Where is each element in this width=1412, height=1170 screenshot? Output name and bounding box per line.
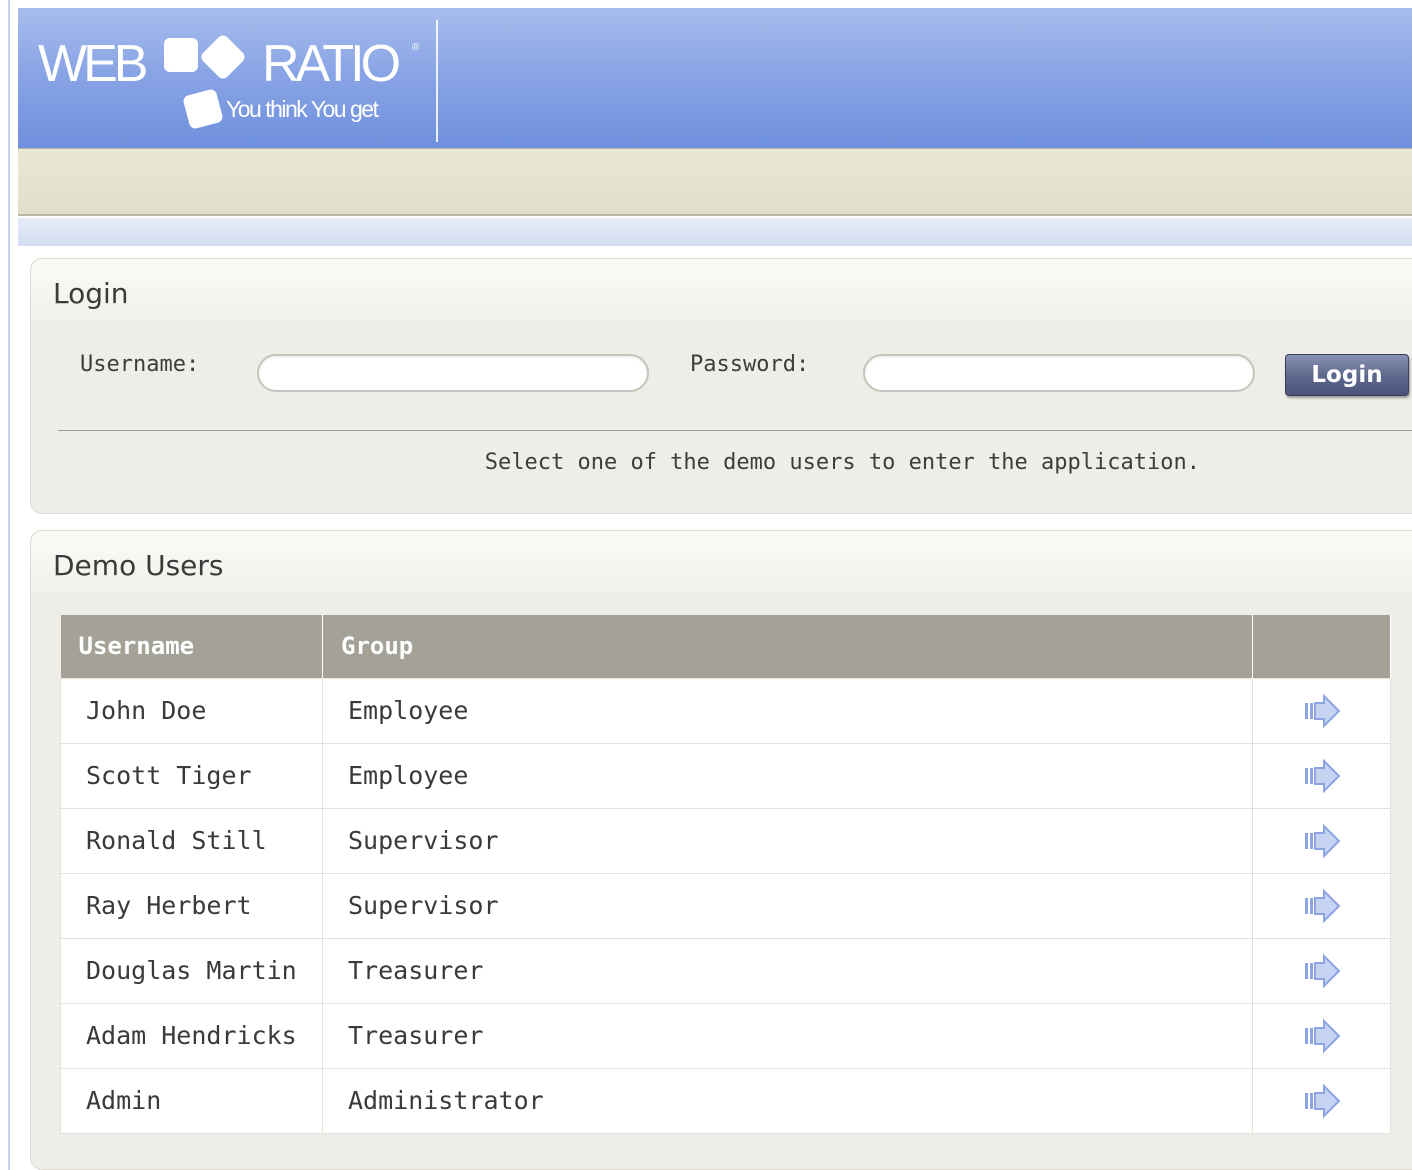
- right-arrow-icon[interactable]: [1302, 953, 1342, 989]
- login-panel-header: Login: [31, 259, 1412, 321]
- user-name-cell: Douglas Martin: [60, 937, 323, 1004]
- column-header-action: [1252, 615, 1391, 678]
- logo-ratio-text: RATIO: [262, 35, 401, 93]
- user-name-cell: Admin: [60, 1067, 323, 1134]
- table-row: John Doe Employee: [60, 677, 1391, 744]
- demo-users-title: Demo Users: [53, 549, 224, 582]
- user-group-cell: Employee: [322, 742, 1253, 809]
- column-header-group: Group: [322, 615, 1253, 678]
- login-divider: [58, 430, 1412, 431]
- right-arrow-icon[interactable]: [1302, 823, 1342, 859]
- toolbar: [18, 148, 1412, 216]
- header-separator: [436, 20, 438, 142]
- header-band: [18, 218, 1412, 246]
- logo-tagline: You think You get: [226, 96, 379, 122]
- table-header-row: Username Group: [60, 615, 1391, 678]
- user-group-cell: Supervisor: [322, 872, 1253, 939]
- user-group-cell: Employee: [322, 677, 1253, 744]
- username-label: Username:: [80, 352, 200, 377]
- page: WEB RATIO ® You think You get Login User…: [0, 0, 1412, 1170]
- user-group-cell: Treasurer: [322, 1002, 1253, 1069]
- user-name-cell: Ray Herbert: [60, 872, 323, 939]
- username-input[interactable]: [257, 354, 649, 392]
- table-row: Scott Tiger Employee: [60, 742, 1391, 809]
- user-action-cell: [1252, 677, 1391, 744]
- right-arrow-icon[interactable]: [1302, 1083, 1342, 1119]
- webratio-logo: WEB RATIO ® You think You get: [18, 8, 438, 148]
- login-button[interactable]: Login: [1285, 354, 1409, 396]
- logo-web-text: WEB: [38, 35, 148, 93]
- user-name-cell: Adam Hendricks: [60, 1002, 323, 1069]
- table-row: Admin Administrator: [60, 1067, 1391, 1134]
- user-action-cell: [1252, 1067, 1391, 1134]
- user-group-cell: Administrator: [322, 1067, 1253, 1134]
- user-group-cell: Supervisor: [322, 807, 1253, 874]
- user-name-cell: Ronald Still: [60, 807, 323, 874]
- logo-registered-mark: ®: [412, 42, 420, 53]
- column-header-username: Username: [60, 615, 323, 678]
- password-label: Password:: [690, 352, 810, 377]
- user-action-cell: [1252, 1002, 1391, 1069]
- demo-users-panel-header: Demo Users: [31, 531, 1412, 593]
- user-action-cell: [1252, 807, 1391, 874]
- demo-users-table: Username Group John Doe Employee Scott T…: [60, 615, 1391, 1134]
- login-hint: Select one of the demo users to enter th…: [484, 450, 1200, 475]
- user-action-cell: [1252, 872, 1391, 939]
- login-title: Login: [53, 277, 129, 310]
- user-action-cell: [1252, 742, 1391, 809]
- right-arrow-icon[interactable]: [1302, 693, 1342, 729]
- table-row: Adam Hendricks Treasurer: [60, 1002, 1391, 1069]
- table-row: Ray Herbert Supervisor: [60, 872, 1391, 939]
- password-input[interactable]: [863, 354, 1255, 392]
- left-edge: [0, 0, 18, 1170]
- right-arrow-icon[interactable]: [1302, 1018, 1342, 1054]
- user-name-cell: Scott Tiger: [60, 742, 323, 809]
- right-arrow-icon[interactable]: [1302, 758, 1342, 794]
- right-arrow-icon[interactable]: [1302, 888, 1342, 924]
- table-row: Douglas Martin Treasurer: [60, 937, 1391, 1004]
- table-row: Ronald Still Supervisor: [60, 807, 1391, 874]
- header: WEB RATIO ® You think You get: [18, 8, 1412, 148]
- user-group-cell: Treasurer: [322, 937, 1253, 1004]
- user-name-cell: John Doe: [60, 677, 323, 744]
- user-action-cell: [1252, 937, 1391, 1004]
